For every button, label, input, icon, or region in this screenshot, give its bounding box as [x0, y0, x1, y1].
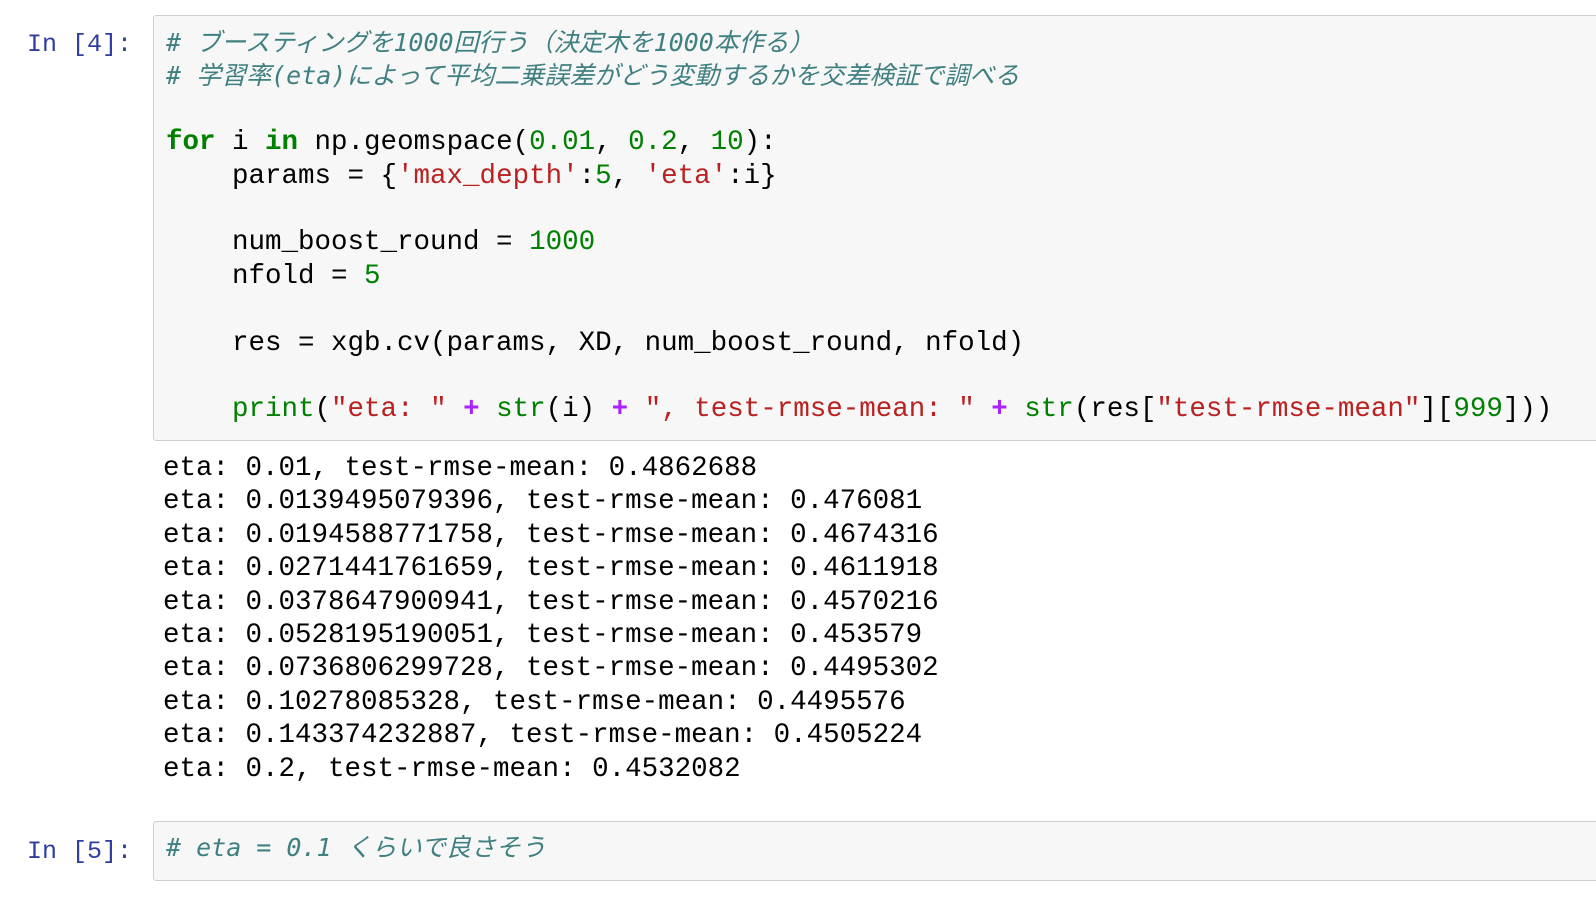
output-line: eta: 0.01, test-rmse-mean: 0.4862688 — [163, 453, 758, 484]
cell-output: eta: 0.01, test-rmse-mean: 0.4862688 eta:… — [163, 452, 939, 786]
code-number: 10 — [710, 127, 744, 159]
output-line: eta: 0.0378647900941, test-rmse-mean: 0.… — [163, 586, 939, 618]
output-line: eta: 0.0194588771758, test-rmse-mean: 0.… — [163, 519, 939, 551]
code-editor[interactable]: # ブースティングを1000回行う（決定木を1000本作る） # 学習率(eta)… — [166, 26, 1552, 427]
code-editor[interactable]: # eta = 0.1 くらいで良さそう — [166, 831, 546, 864]
output-line: eta: 0.143374232887, test-rmse-mean: 0.4… — [163, 720, 923, 752]
code-comment: # eta = 0.1 くらいで良さそう — [166, 833, 546, 862]
code-keyword: for — [166, 127, 216, 159]
code-line: nfold = 5 — [166, 260, 1552, 293]
code-builtin: str — [496, 394, 546, 426]
code-text: , — [611, 160, 645, 192]
code-text: ( — [314, 394, 332, 426]
cell-prompt: In [5]: — [27, 837, 133, 866]
code-text: : — [578, 160, 596, 192]
code-text: :i} — [727, 160, 777, 192]
code-text: res = xgb.cv(params, XD, num_boost_round… — [166, 327, 1025, 359]
output-line: eta: 0.0271441761659, test-rmse-mean: 0.… — [163, 553, 939, 585]
code-text: , — [677, 127, 711, 159]
output-line: eta: 0.0736806299728, test-rmse-mean: 0.… — [163, 653, 939, 685]
code-line: # 学習率(eta)によって平均二乗誤差がどう変動するかを交差検証で調べる — [166, 59, 1552, 92]
output-line: eta: 0.10278085328, test-rmse-mean: 0.44… — [163, 686, 906, 718]
cell-prompt: In [4]: — [27, 30, 133, 59]
code-number: 0.2 — [628, 127, 678, 159]
code-operator: + — [991, 394, 1008, 426]
output-line: eta: 0.2, test-rmse-mean: 0.4532082 — [163, 753, 741, 785]
code-number: 5 — [595, 160, 612, 192]
code-text: params = { — [166, 160, 398, 192]
code-number: 0.01 — [529, 127, 596, 159]
code-comment: # ブースティングを1000回行う（決定木を1000本作る） — [166, 28, 814, 57]
code-string: 'max_depth' — [397, 160, 579, 192]
code-text: np.geomspace( — [298, 127, 530, 159]
code-text: (i) — [545, 394, 612, 426]
code-cell-input[interactable]: # ブースティングを1000回行う（決定木を1000本作る） # 学習率(eta)… — [153, 15, 1596, 441]
output-line: eta: 0.0139495079396, test-rmse-mean: 0.… — [163, 486, 923, 518]
code-text: nfold = — [166, 260, 365, 292]
code-number: 1000 — [529, 227, 596, 259]
code-operator: + — [463, 394, 480, 426]
code-string: 'eta' — [644, 160, 728, 192]
code-line: res = xgb.cv(params, XD, num_boost_round… — [166, 327, 1552, 360]
code-text: ])) — [1502, 394, 1553, 426]
code-builtin: print — [232, 394, 315, 426]
code-string: ", test-rmse-mean: " — [644, 394, 975, 426]
code-operator: + — [611, 394, 629, 426]
code-text: ): — [743, 127, 777, 159]
code-string: "test-rmse-mean" — [1156, 394, 1421, 426]
code-line: # ブースティングを1000回行う（決定木を1000本作る） — [166, 26, 1552, 59]
code-cell-input[interactable]: # eta = 0.1 くらいで良さそう — [153, 821, 1596, 881]
code-line: for i in np.geomspace(0.01, 0.2, 10): — [166, 126, 1552, 159]
code-string: "eta: " — [331, 394, 447, 426]
output-line: eta: 0.0528195190051, test-rmse-mean: 0.… — [163, 619, 923, 651]
code-builtin: str — [1024, 394, 1074, 426]
code-line: # eta = 0.1 くらいで良さそう — [166, 831, 546, 864]
code-line: params = {'max_depth':5, 'eta':i} — [166, 160, 1552, 193]
code-text: i — [215, 127, 266, 159]
code-comment: # 学習率(eta)によって平均二乗誤差がどう変動するかを交差検証で調べる — [166, 61, 1020, 91]
code-number: 5 — [364, 260, 381, 292]
code-text: (res[ — [1073, 394, 1157, 426]
code-text: ][ — [1420, 394, 1454, 426]
code-text: num_boost_round = — [166, 227, 530, 259]
code-number: 999 — [1453, 394, 1503, 426]
code-keyword: in — [265, 127, 299, 159]
code-line: num_boost_round = 1000 — [166, 226, 1552, 259]
code-line: print("eta: " + str(i) + ", test-rmse-me… — [166, 393, 1552, 426]
code-text: , — [595, 127, 629, 159]
